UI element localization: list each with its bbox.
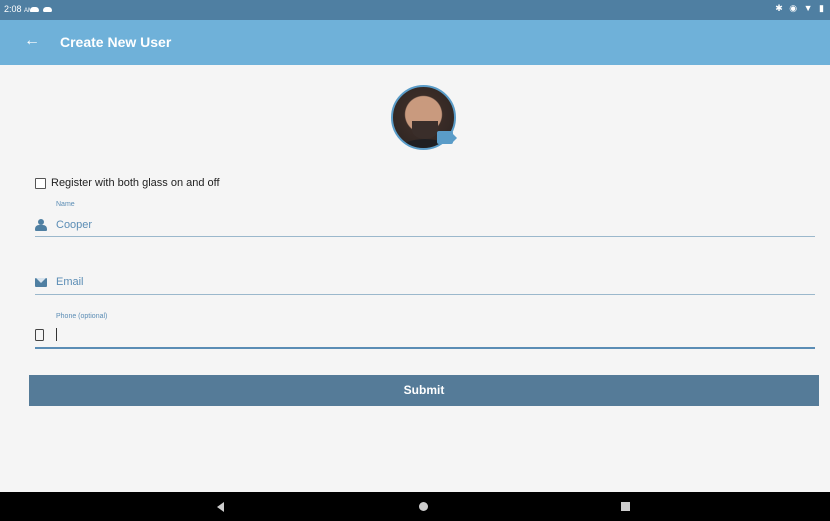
- nav-home-icon[interactable]: [419, 502, 428, 511]
- avatar-beard: [412, 121, 438, 139]
- glass-checkbox-label: Register with both glass on and off: [51, 177, 220, 189]
- email-field[interactable]: Email: [35, 274, 815, 296]
- name-label: Name: [56, 201, 75, 208]
- page-title: Create New User: [60, 34, 172, 50]
- name-field[interactable]: Name Cooper: [35, 201, 815, 237]
- phone-field[interactable]: Phone (optional): [35, 313, 815, 349]
- phone-label: Phone (optional): [56, 313, 108, 320]
- person-icon: [35, 219, 47, 231]
- name-underline: [35, 236, 815, 237]
- app-bar: ← Create New User: [0, 20, 830, 65]
- email-placeholder[interactable]: Email: [56, 276, 84, 288]
- glass-checkbox[interactable]: [35, 178, 46, 189]
- camera-icon[interactable]: [437, 131, 457, 144]
- system-nav-bar: [0, 492, 830, 521]
- phone-underline: [35, 347, 815, 349]
- status-time: 2:08 AM: [4, 4, 34, 14]
- status-bar: 2:08 AM ✱ ◉ ▼ ▮: [0, 0, 830, 20]
- status-icons: ✱ ◉ ▼ ▮: [775, 3, 826, 13]
- cloud-icon: [43, 7, 52, 12]
- name-value[interactable]: Cooper: [56, 219, 92, 231]
- submit-button[interactable]: Submit: [29, 375, 819, 406]
- mail-icon: [35, 278, 47, 287]
- phone-icon: [35, 329, 44, 341]
- email-underline: [35, 294, 815, 295]
- back-arrow-icon[interactable]: ←: [24, 32, 40, 50]
- nav-recents-icon[interactable]: [621, 502, 630, 511]
- text-cursor: [56, 328, 57, 341]
- nav-back-icon[interactable]: [217, 502, 224, 512]
- cloud-icon: [30, 7, 39, 12]
